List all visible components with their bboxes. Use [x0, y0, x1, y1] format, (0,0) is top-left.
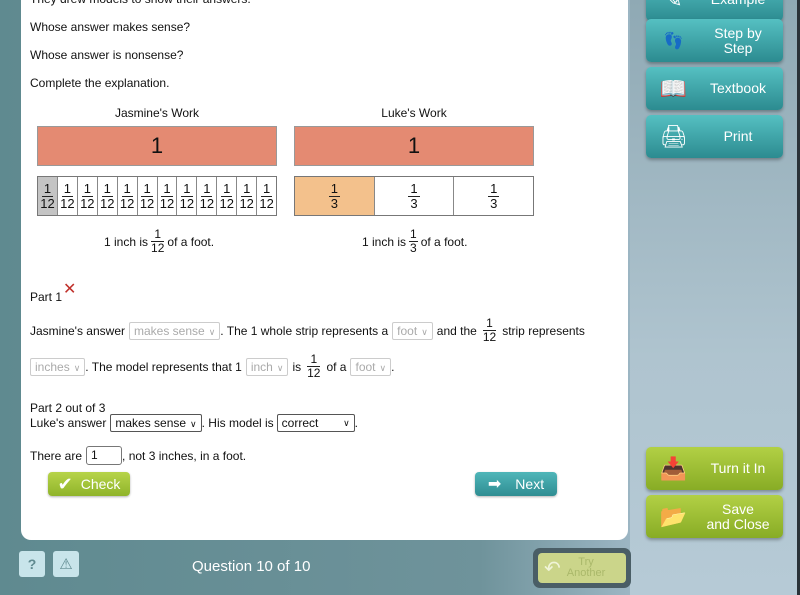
- strip-part: 1 12: [197, 177, 218, 215]
- text: is: [292, 359, 302, 374]
- fraction: 1 12: [307, 352, 321, 380]
- report-problem-button[interactable]: ⚠: [53, 551, 79, 577]
- jasmine-caption: 1 inch is 1 12 of a foot.: [104, 228, 214, 255]
- text: , not 3 inches, in a foot.: [122, 448, 247, 463]
- model-unit-select[interactable]: inch ∨: [245, 357, 289, 376]
- model-whole-unit-select[interactable]: foot ∨: [350, 357, 392, 376]
- luke-whole-bar: 1: [294, 126, 534, 166]
- caption-text: 1 inch is: [104, 234, 149, 249]
- fraction: 13: [409, 227, 418, 255]
- strip-part: 13: [454, 177, 534, 215]
- text: . The 1 whole strip represents a: [220, 323, 389, 338]
- jasmine-whole-bar: 1: [37, 126, 277, 166]
- save-and-close-button[interactable]: 📂 Save and Close: [646, 495, 783, 538]
- prompt-1: Whose answer makes sense?: [30, 20, 191, 34]
- book-icon: 📖: [659, 75, 688, 101]
- footprints-icon: 👣: [663, 32, 684, 50]
- text: There are: [30, 448, 83, 463]
- text: Jasmine's answer: [30, 323, 125, 338]
- part2-line-1: Luke's answer makes sense ∨ . His model i…: [30, 414, 358, 432]
- whole-strip-unit-select[interactable]: foot ∨: [392, 321, 433, 340]
- text: . The model represents that 1: [85, 359, 242, 374]
- check-button[interactable]: ✔ Check: [48, 472, 130, 496]
- luke-model-select[interactable]: correct ∨: [276, 414, 355, 432]
- jasmine-answer-select[interactable]: makes sense ∨: [129, 321, 221, 340]
- next-button[interactable]: ➡ Next: [475, 472, 557, 496]
- try-another-button[interactable]: ↶ Try Another: [533, 548, 631, 588]
- question-counter: Question 10 of 10: [192, 558, 311, 575]
- undo-arrow-icon: ↶: [544, 557, 561, 580]
- textbook-button[interactable]: 📖 Textbook: [646, 67, 783, 110]
- arrow-right-icon: ➡: [487, 476, 502, 493]
- try-another-face: ↶ Try Another: [538, 553, 626, 583]
- text: .: [354, 416, 359, 430]
- help-button[interactable]: ?: [19, 551, 45, 577]
- text: strip represents: [502, 323, 585, 338]
- strip-part: 13: [374, 177, 455, 215]
- part1-line-2: inches ∨ . The model represents that 1 in…: [30, 353, 394, 380]
- part2-label: Part 2 out of 3: [30, 401, 106, 415]
- warning-icon: ⚠: [59, 556, 73, 573]
- question-mark-icon: ?: [27, 556, 37, 572]
- part1-label: Part 1: [30, 290, 63, 304]
- prompt-2: Whose answer is nonsense?: [30, 48, 184, 62]
- strip-part: 13: [295, 177, 375, 215]
- strip-part: 1 12: [77, 177, 98, 215]
- inches-answer-input[interactable]: 1: [86, 446, 123, 465]
- text: Luke's answer: [30, 416, 107, 430]
- luke-thirds-strip: 131313: [294, 176, 534, 216]
- text: of a: [326, 359, 347, 374]
- check-label: Check: [80, 476, 121, 492]
- prompt-3: Complete the explanation.: [30, 76, 170, 90]
- part-strip-unit-select[interactable]: inches ∨: [30, 357, 86, 376]
- part2-line-2: There are 1 , not 3 inches, in a foot.: [30, 446, 246, 465]
- strip-part: 1 12: [117, 177, 138, 215]
- turn-in-tray-icon: 📥: [659, 455, 688, 481]
- next-label: Next: [515, 476, 545, 492]
- text: .: [391, 359, 395, 374]
- print-button[interactable]: 🖨 Print: [646, 115, 783, 158]
- strip-part: 1 12: [137, 177, 158, 215]
- strip-part: 1 12: [257, 177, 277, 215]
- example-icon: ✎: [646, 0, 701, 13]
- printer-icon: 🖨: [659, 123, 688, 149]
- caption-text: of a foot.: [420, 234, 468, 249]
- text: . His model is: [201, 416, 274, 430]
- strip-part: 1 12: [217, 177, 238, 215]
- example-button[interactable]: ✎ Example: [646, 0, 783, 21]
- strip-part: 1 12: [237, 177, 258, 215]
- incorrect-x-icon: ✕: [63, 281, 77, 298]
- luke-title: Luke's Work: [381, 106, 447, 120]
- strip-part: 1 12: [97, 177, 118, 215]
- strip-part: 1 12: [38, 177, 58, 215]
- try-another-label: Try Another: [566, 556, 606, 579]
- jasmine-twelfths-strip: 1 12 1 12 1 12 1 12 1 12 1 12 1 12 1 12 1 12 1 12 1 12 1 12: [37, 176, 277, 216]
- luke-answer-select[interactable]: makes sense ∨: [110, 414, 202, 432]
- strip-part: 1 12: [57, 177, 78, 215]
- folder-save-icon: 📂: [659, 503, 688, 529]
- text: and the: [436, 323, 477, 338]
- luke-caption: 1 inch is 13 of a foot.: [362, 228, 467, 255]
- save-close-label: Save and Close: [706, 500, 770, 532]
- fraction: 1 12: [151, 227, 165, 255]
- fraction: 1 12: [482, 316, 497, 344]
- intro-text: They drew models to show their answers.: [30, 0, 251, 6]
- step-by-step-button[interactable]: 👣 Step by Step: [646, 19, 783, 62]
- part1-line-1: Jasmine's answer makes sense ∨ . The 1 wh…: [30, 317, 585, 344]
- caption-text: of a foot.: [167, 234, 215, 249]
- jasmine-title: Jasmine's Work: [114, 106, 200, 120]
- strip-part: 1 12: [157, 177, 178, 215]
- strip-part: 1 12: [177, 177, 198, 215]
- caption-text: 1 inch is: [362, 234, 407, 249]
- checkmark-icon: ✔: [57, 473, 73, 494]
- turn-it-in-button[interactable]: 📥 Turn it In: [646, 447, 783, 490]
